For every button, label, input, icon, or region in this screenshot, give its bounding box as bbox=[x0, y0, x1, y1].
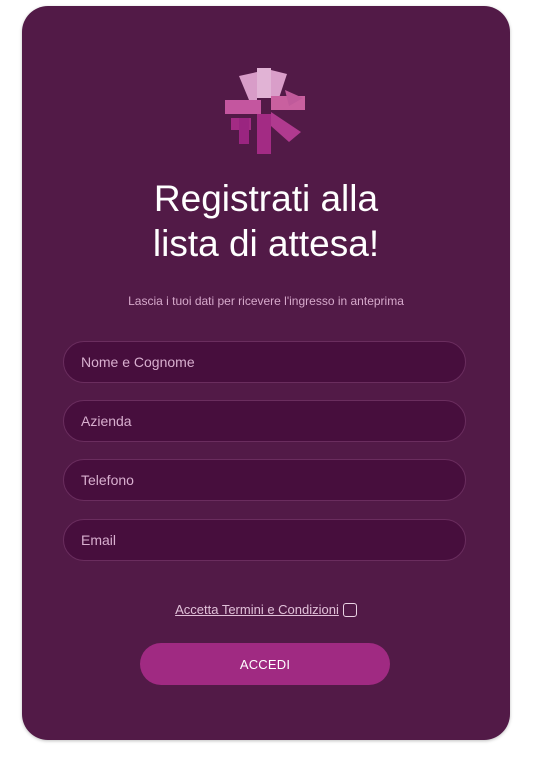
pinwheel-logo-icon bbox=[225, 68, 305, 154]
phone-input[interactable] bbox=[63, 459, 466, 501]
company-input[interactable] bbox=[63, 400, 466, 442]
title-line-2: lista di attesa! bbox=[152, 223, 380, 264]
submit-button[interactable]: ACCEDI bbox=[140, 643, 390, 685]
terms-checkbox[interactable] bbox=[342, 603, 357, 617]
title-line-1: Registrati alla bbox=[153, 178, 379, 219]
terms-link[interactable]: Accetta Termini e Condizioni bbox=[175, 602, 339, 617]
full-name-input[interactable] bbox=[63, 341, 466, 383]
waitlist-card: Registrati alla lista di attesa! Lascia … bbox=[22, 6, 510, 740]
page-title: Registrati alla lista di attesa! bbox=[22, 176, 510, 266]
terms-row: Accetta Termini e Condizioni bbox=[22, 602, 510, 617]
email-input[interactable] bbox=[63, 519, 466, 561]
subtitle: Lascia i tuoi dati per ricevere l'ingres… bbox=[128, 294, 404, 308]
